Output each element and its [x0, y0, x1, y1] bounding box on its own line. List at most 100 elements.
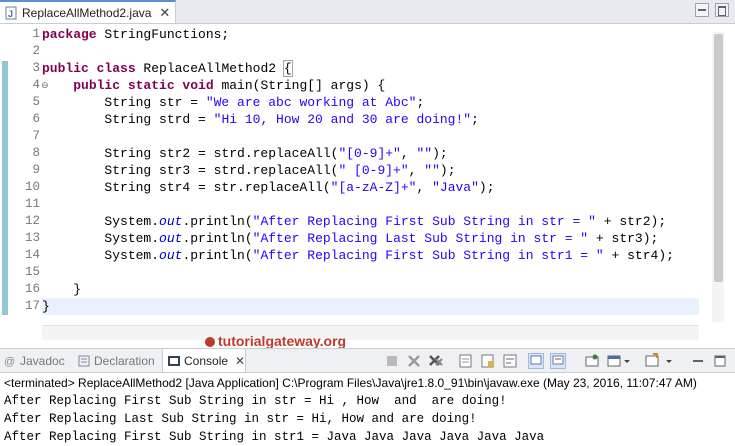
editor-tab-label: ReplaceAllMethod2.java	[22, 5, 152, 20]
minimize-icon[interactable]	[690, 353, 706, 369]
code-token: ;	[471, 112, 479, 127]
clear-console-icon[interactable]	[458, 353, 474, 369]
code-line: System.out.println("After Replacing Last…	[42, 230, 658, 247]
code-token: package	[42, 27, 97, 42]
code-line: String str4 = str.replaceAll("[a-zA-Z]+"…	[42, 179, 495, 196]
views-tab-bar: @ Javadoc Declaration Console ✕	[0, 348, 735, 373]
open-console-icon[interactable]	[644, 353, 660, 369]
code-token: }	[42, 282, 82, 297]
code-token: ""	[424, 163, 440, 178]
tab-declaration[interactable]: Declaration	[78, 349, 155, 372]
code-token: String str4 = str.replaceAll(	[42, 180, 331, 195]
watermark-text: tutorialgateway.org	[218, 333, 347, 349]
close-icon[interactable]: ✕	[235, 354, 245, 368]
tab-javadoc[interactable]: @ Javadoc	[4, 349, 65, 372]
code-token: System.	[42, 231, 160, 246]
code-line: }	[42, 298, 50, 315]
code-token: out	[159, 248, 183, 263]
code-token: + str2);	[595, 214, 667, 229]
code-line: String str2 = strd.replaceAll("[0-9]+", …	[42, 145, 448, 162]
code-line: String strd = "Hi 10, How 20 and 30 are …	[42, 111, 479, 128]
code-token: );	[478, 180, 495, 195]
console-output-line: After Replacing First Sub String in str …	[4, 394, 507, 408]
code-line: String str = "We are abc working at Abc"…	[42, 94, 424, 111]
code-token: " [0-9]+"	[338, 163, 409, 178]
code-line: System.out.println("After Replacing Firs…	[42, 247, 674, 264]
code-token: main(String[] args) {	[213, 78, 386, 93]
code-token: public class	[42, 61, 136, 76]
code-token: StringFunctions;	[96, 27, 230, 42]
remove-all-terminated-icon[interactable]	[428, 353, 444, 369]
code-token: .println(	[182, 248, 253, 263]
tab-console[interactable]: Console ✕	[162, 349, 246, 372]
editor-window-controls	[695, 3, 729, 17]
code-token: System.	[42, 248, 160, 263]
code-token: "After Replacing First Sub String in str…	[252, 214, 596, 229]
code-token: "Java"	[432, 180, 479, 195]
declaration-icon	[78, 355, 90, 367]
console-output[interactable]: After Replacing First Sub String in str …	[0, 392, 735, 446]
word-wrap-icon[interactable]	[502, 353, 518, 369]
editor-tab-bar: J ReplaceAllMethod2.java ✕	[0, 0, 735, 24]
scroll-lock-icon[interactable]	[480, 353, 496, 369]
code-token: String str =	[42, 95, 206, 110]
code-token: ReplaceAllMethod2	[135, 61, 284, 76]
code-line: public class ReplaceAllMethod2 {	[42, 60, 293, 77]
pin-console-icon[interactable]	[584, 353, 600, 369]
console-icon	[168, 355, 180, 367]
code-line: }	[42, 281, 81, 298]
code-token: "We are abc working at Abc"	[205, 95, 417, 110]
code-token: + str4);	[603, 248, 674, 263]
tab-javadoc-label: Javadoc	[20, 353, 65, 368]
show-console-on-output-icon[interactable]	[528, 353, 544, 369]
code-line: String str3 = strd.replaceAll(" [0-9]+",…	[42, 162, 456, 179]
code-token: {	[282, 60, 293, 77]
remove-launch-icon[interactable]	[406, 353, 422, 369]
code-token: "After Replacing First Sub String in str…	[252, 248, 604, 263]
code-token: );	[432, 146, 448, 161]
code-token: String str3 = strd.replaceAll(	[42, 163, 339, 178]
chevron-down-icon[interactable]	[664, 353, 674, 369]
code-token: .println(	[182, 214, 253, 229]
code-text-area[interactable]: package StringFunctions; public class Rep…	[0, 24, 700, 324]
at-icon: @	[4, 355, 16, 368]
logo-icon	[205, 337, 215, 347]
code-token: "[0-9]+"	[338, 146, 401, 161]
close-icon[interactable]: ✕	[159, 5, 170, 21]
console-output-line: After Replacing First Sub String in str1…	[4, 430, 545, 444]
minimize-icon[interactable]	[695, 3, 709, 17]
maximize-icon[interactable]	[712, 353, 728, 369]
code-token: System.	[42, 214, 160, 229]
code-token: ;	[416, 95, 425, 110]
code-token: String strd =	[42, 112, 214, 127]
svg-text:J: J	[8, 9, 13, 19]
code-token: ""	[416, 146, 433, 161]
code-line: public static void main(String[] args) {	[42, 77, 385, 94]
code-token: ,	[400, 146, 417, 161]
code-token: ,	[416, 180, 433, 195]
display-selected-console-icon[interactable]	[606, 353, 622, 369]
code-token: out	[159, 214, 183, 229]
java-file-icon: J	[4, 6, 18, 20]
code-token: ,	[408, 163, 425, 178]
code-line: package StringFunctions;	[42, 26, 229, 43]
chevron-down-icon[interactable]	[622, 353, 632, 369]
editor-tab-replaceallmethod2[interactable]: J ReplaceAllMethod2.java ✕	[0, 0, 176, 23]
code-token: + str3);	[588, 231, 659, 246]
console-process-label: <terminated> ReplaceAllMethod2 [Java App…	[4, 376, 697, 390]
maximize-icon[interactable]	[715, 3, 729, 17]
terminate-icon[interactable]	[384, 353, 400, 369]
code-line: System.out.println("After Replacing Firs…	[42, 213, 666, 230]
console-output-line: After Replacing Last Sub String in str =…	[4, 412, 477, 426]
code-token: public static void	[73, 78, 214, 93]
code-token: "After Replacing Last Sub String in str …	[252, 231, 589, 246]
code-token: .println(	[182, 231, 253, 246]
code-token: "Hi 10, How 20 and 30 are doing!"	[213, 112, 472, 127]
horizontal-scrollbar[interactable]	[42, 325, 699, 340]
code-token: }	[42, 299, 50, 314]
code-token: );	[439, 163, 456, 178]
code-token: out	[159, 231, 183, 246]
show-console-on-error-icon[interactable]	[550, 353, 566, 369]
svg-text:@: @	[4, 356, 15, 367]
vertical-scrollbar-thumb[interactable]	[714, 34, 723, 282]
